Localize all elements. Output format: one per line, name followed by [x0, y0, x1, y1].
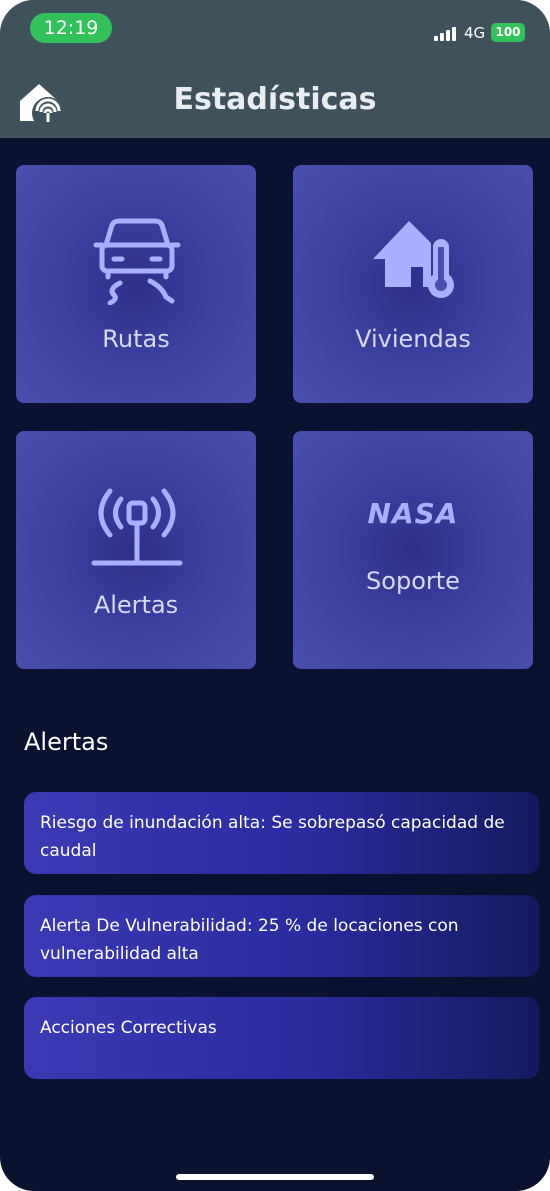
status-time: 12:19: [30, 13, 112, 43]
alert-card-flood[interactable]: Riesgo de inundación alta: Se sobrepasó …: [24, 792, 539, 874]
status-bar: 12:19 4G 100: [0, 0, 550, 60]
nasa-logo: NASA: [367, 497, 459, 530]
network-type: 4G: [464, 24, 486, 42]
alert-card-vulnerability[interactable]: Alerta De Vulnerabilidad: 25 % de locaci…: [24, 895, 539, 977]
car-road-icon: [92, 215, 182, 309]
tile-alertas[interactable]: Alertas: [16, 431, 256, 669]
battery-icon: 100: [491, 23, 525, 42]
tile-label-rutas: Rutas: [102, 325, 170, 353]
tile-soporte[interactable]: NASA Soporte: [293, 431, 533, 669]
phone-screen: 12:19 4G 100 Estadísticas Rutas Vivienda…: [0, 0, 550, 1191]
tile-label-soporte: Soporte: [366, 567, 460, 595]
tile-label-alertas: Alertas: [93, 591, 179, 619]
alerts-section-title: Alertas: [24, 728, 109, 756]
tile-viviendas[interactable]: Viviendas: [293, 165, 533, 403]
tile-label-viviendas: Viviendas: [355, 325, 471, 353]
signal-icon: [434, 25, 460, 41]
page-title: Estadísticas: [173, 82, 377, 117]
house-thermometer-icon: [371, 217, 461, 305]
antenna-icon: [90, 483, 184, 573]
home-indicator[interactable]: [176, 1174, 374, 1180]
tile-rutas[interactable]: Rutas: [16, 165, 256, 403]
alert-card-corrective-actions[interactable]: Acciones Correctivas: [24, 997, 539, 1079]
app-bar: Estadísticas: [0, 60, 550, 138]
